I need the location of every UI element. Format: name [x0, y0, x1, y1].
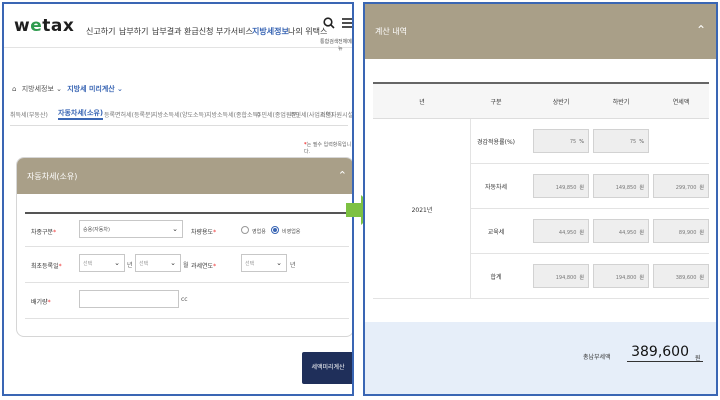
tab-acquisition[interactable]: 취득세(부동산) — [10, 110, 48, 119]
calculator-form-panel: wetax 신고하기 납부하기 납부결과 환급신청 부가서비스 지방세정보 나의… — [2, 2, 354, 396]
breadcrumb-current[interactable]: 지방세 미리계산 — [67, 85, 115, 93]
tab-car-tax[interactable]: 자동차세(소유) — [58, 108, 104, 120]
second-half-cell: 44,950 원 — [593, 219, 649, 243]
top-navigation: wetax 신고하기 납부하기 납부결과 환급신청 부가서비스 지방세정보 나의… — [4, 4, 352, 52]
tab-resource-facility[interactable]: 지역자원시설세 — [320, 110, 352, 119]
second-half-cell: 75% — [593, 129, 649, 153]
form-row-date: 최초등록일* 선택 ⌄ 년 선택 ⌄ 월 과세연도* 선택 ⌄ 년 — [25, 248, 349, 283]
tax-year-unit: 년 — [290, 262, 296, 269]
nav-item-my-wetax[interactable]: 나의 위택스 — [288, 26, 327, 37]
cc-unit: cc — [181, 296, 188, 303]
chevron-down-icon: ⌄ — [172, 225, 178, 233]
row-label: 자동차세 — [484, 184, 508, 191]
result-title: 계산 내역 — [375, 27, 407, 36]
reg-date-label: 최초등록일* — [31, 263, 62, 270]
chevron-up-icon[interactable]: ⌃ — [696, 23, 706, 37]
reg-year-select[interactable]: 선택 ⌄ — [79, 254, 125, 272]
car-type-select[interactable]: 승용(자동차) ⌄ — [79, 220, 183, 238]
nav-item-refund[interactable]: 환급신청 — [184, 26, 213, 37]
form-card-header[interactable]: 자동차세(소유) ⌃ — [17, 158, 352, 194]
total-summary: 총납부세액 389,600 원 — [365, 322, 716, 394]
first-half-cell: 44,950 원 — [533, 219, 589, 243]
chevron-up-icon[interactable]: ⌃ — [338, 169, 347, 182]
tax-year-select[interactable]: 선택 ⌄ — [241, 254, 287, 272]
nav-item-localtax-info[interactable]: 지방세정보 — [252, 26, 289, 37]
wetax-logo[interactable]: wetax — [14, 16, 74, 36]
table-row: 경감적용률(%) 75% 75% — [471, 119, 709, 164]
total-label: 총납부세액 — [583, 354, 611, 361]
row-label: 교육세 — [487, 229, 505, 236]
required-note: *는 필수 입력항목입니다. — [304, 142, 352, 155]
form-row-cc: 배기량* cc — [25, 284, 349, 319]
tab-income-general[interactable]: 지방소득세(종합소득) — [206, 110, 260, 119]
use-radio-commercial[interactable] — [241, 226, 249, 234]
col-second-half: 하반기 — [612, 99, 630, 106]
reg-month-select[interactable]: 선택 ⌄ — [135, 254, 181, 272]
result-header[interactable]: 계산 내역 ⌃ — [365, 4, 716, 59]
first-half-cell: 194,800 원 — [533, 264, 589, 288]
row-label: 경감적용률(%) — [477, 139, 515, 146]
result-table-header: 년 구분 상반기 하반기 연세액 — [373, 82, 709, 119]
annual-cell: 389,600 원 — [653, 264, 709, 288]
nav-item-file[interactable]: 신고하기 — [86, 26, 115, 37]
tab-income-transfer[interactable]: 지방소득세(양도소득) — [152, 110, 206, 119]
home-icon[interactable]: ⌂ — [12, 85, 16, 93]
year-cell: 2021년 — [373, 119, 471, 299]
table-row: 교육세 44,950 원 44,950 원 89,900 원 — [471, 209, 709, 254]
cc-label: 배기량* — [31, 299, 51, 306]
year-unit: 년 — [127, 262, 133, 269]
search-icon[interactable] — [323, 17, 335, 33]
form-row-type: 차종구분* 승용(자동차) ⌄ 차량용도* 영업용 비영업용 — [25, 212, 349, 247]
nav-item-extra[interactable]: 부가서비스 — [216, 26, 253, 37]
tax-year-label: 과세연도* — [191, 263, 217, 270]
use-label: 차량용도* — [191, 229, 217, 236]
annual-cell: 299,700 원 — [653, 174, 709, 198]
col-annual: 연세액 — [672, 99, 690, 106]
menu-icon[interactable] — [342, 17, 352, 33]
month-unit: 월 — [183, 262, 189, 269]
second-half-cell: 149,850 원 — [593, 174, 649, 198]
col-first-half: 상반기 — [552, 99, 570, 106]
breadcrumb-parent[interactable]: 지방세정보 — [22, 85, 54, 93]
calculate-tax-button[interactable]: 세액미리계산 — [302, 352, 352, 384]
table-row: 합계 194,800 원 194,800 원 389,600 원 — [471, 254, 709, 299]
car-tax-form-card: 자동차세(소유) ⌃ 차종구분* 승용(자동차) ⌄ 차량용도* 영업용 비영업용… — [16, 157, 352, 337]
col-year: 년 — [419, 99, 425, 106]
chevron-down-icon: ⌄ — [276, 259, 282, 267]
nav-item-pay[interactable]: 납부하기 — [119, 26, 148, 37]
chevron-down-icon: ⌄ — [170, 259, 176, 267]
cc-input[interactable] — [79, 290, 179, 308]
total-unit: 원 — [695, 355, 701, 362]
car-type-label: 차종구분* — [31, 229, 57, 236]
annual-cell: 89,900 원 — [653, 219, 709, 243]
breadcrumb: ⌂ 지방세정보 ⌄ 지방세 미리계산 ⌄ — [12, 84, 123, 94]
table-row: 자동차세 149,850 원 149,850 원 299,700 원 — [471, 164, 709, 209]
tab-registration[interactable]: 등록면허세(등록분) — [104, 110, 153, 119]
use-radio-commercial-label: 영업용 — [252, 229, 266, 235]
search-icon-label: 통합검색 — [320, 39, 339, 45]
tabs-divider — [10, 125, 348, 126]
row-label: 합계 — [490, 274, 502, 281]
calculation-result-panel: 계산 내역 ⌃ 년 구분 상반기 하반기 연세액 2021년 경감적용률(%) … — [363, 2, 718, 396]
menu-icon-label: 전체메뉴 — [338, 39, 352, 52]
chevron-down-icon[interactable]: ⌄ — [117, 85, 123, 93]
nav-item-result[interactable]: 납부결과 — [152, 26, 181, 37]
first-half-cell: 149,850 원 — [533, 174, 589, 198]
use-radio-noncommercial-label: 비영업용 — [282, 229, 301, 235]
col-category: 구분 — [490, 99, 502, 106]
chevron-down-icon: ⌄ — [114, 259, 120, 267]
second-half-cell: 194,800 원 — [593, 264, 649, 288]
use-radio-noncommercial[interactable] — [271, 226, 279, 234]
total-value: 389,600 — [627, 344, 703, 362]
form-card-title: 자동차세(소유) — [27, 172, 78, 181]
chevron-down-icon[interactable]: ⌄ — [56, 85, 62, 93]
first-half-cell: 75% — [533, 129, 589, 153]
